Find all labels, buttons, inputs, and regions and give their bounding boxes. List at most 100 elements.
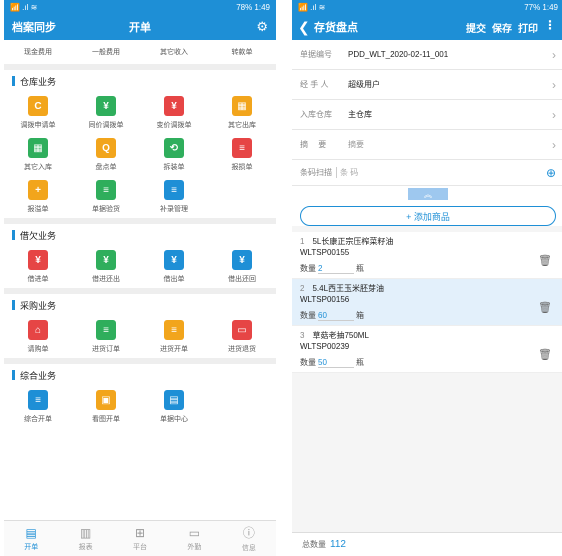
function-item[interactable]: ¥ 借出还回 — [208, 246, 276, 288]
function-item[interactable]: Q 盘点单 — [72, 134, 140, 176]
chevron-right-icon: › — [552, 107, 556, 122]
status-right: 78% 1:49 — [236, 2, 270, 12]
gear-icon[interactable]: ⚙ — [256, 19, 268, 35]
function-icon: ≡ — [96, 320, 116, 340]
function-item[interactable]: ≡ 补录管理 — [140, 176, 208, 218]
item-code: WLTSP00156 — [300, 295, 350, 304]
field-value[interactable]: 主仓库 — [348, 109, 552, 120]
trash-icon[interactable]: 🗑 — [538, 254, 552, 267]
form-row[interactable]: 入库仓库 主仓库 › — [292, 100, 562, 130]
add-wrapper: + 添加商品 — [292, 202, 562, 226]
form-row[interactable]: 摘 要 摘要 › — [292, 130, 562, 160]
function-item[interactable]: + 报溢单 — [4, 176, 72, 218]
chevron-right-icon: › — [552, 77, 556, 92]
function-label: 调拨申请单 — [20, 122, 56, 129]
field-value[interactable]: 超级用户 — [348, 79, 552, 90]
function-item[interactable]: ▦ 其它入库 — [4, 134, 72, 176]
barcode-input[interactable]: 条 码 — [336, 167, 546, 178]
nav-label: 开单 — [24, 543, 39, 551]
form-row[interactable]: 单据编号 PDD_WLT_2020-02-11_001 › — [292, 40, 562, 70]
add-product-button[interactable]: + 添加商品 — [300, 206, 556, 226]
function-label: 借进单 — [27, 276, 49, 283]
expense-item[interactable]: 其它收入 — [140, 47, 208, 57]
function-item[interactable]: ⟲ 拆装单 — [140, 134, 208, 176]
function-item[interactable]: ▭ 进货退货 — [208, 316, 276, 358]
function-item[interactable]: ¥ 变价调拨单 — [140, 92, 208, 134]
function-item[interactable]: ¥ 借进还出 — [72, 246, 140, 288]
section-bar — [12, 230, 15, 240]
collapse-toggle[interactable]: ︽ — [292, 186, 562, 202]
section-title: 采购业务 — [20, 300, 57, 311]
more-icon[interactable]: ⋮ — [544, 19, 556, 35]
function-label: 进货退货 — [228, 346, 256, 353]
quantity-unit: 瓶 — [356, 358, 364, 367]
function-label: 拆装单 — [163, 164, 185, 171]
trash-icon[interactable]: 🗑 — [538, 348, 552, 361]
item-code: WLTSP00155 — [300, 248, 350, 257]
status-bar: 📶 .ıl ≋ 78% 1:49 — [4, 0, 276, 14]
form-row[interactable]: 经 手 人 超级用户 › — [292, 70, 562, 100]
function-icon: ▣ — [96, 390, 116, 410]
function-grid: ⌂ 请购单 ≡ 进货订单 ≡ 进货开单 ▭ 进货退货 — [4, 316, 276, 358]
function-item[interactable]: C 调拨申请单 — [4, 92, 72, 134]
function-item[interactable]: ≡ 综合开单 — [4, 386, 72, 428]
trash-icon[interactable]: 🗑 — [538, 301, 552, 314]
function-label: 补录管理 — [160, 206, 188, 213]
section-header: 仓库业务 — [4, 70, 276, 92]
list-item[interactable]: 1 5L长康正宗压榨菜籽油 WLTSP00155 数量 2 瓶 🗑 — [292, 232, 562, 279]
function-grid: C 调拨申请单 ¥ 同价调拨单 ¥ 变价调拨单 ▦ 其它出库 ▦ 其它入库 Q 盘点单 ⟲ 拆装单 ≡ 报损单… — [4, 92, 276, 218]
field-label: 入库仓库 — [300, 110, 332, 119]
function-item[interactable]: ¥ 借出单 — [140, 246, 208, 288]
function-label: 同价调拨单 — [88, 122, 124, 129]
print-button[interactable]: 打印 — [518, 20, 538, 35]
back-icon[interactable]: ❮ — [298, 19, 310, 36]
scan-row[interactable]: 条码扫描 条 码 ⊕ — [292, 160, 562, 186]
nav-field[interactable]: ▭ 外勤 — [167, 521, 221, 556]
function-item[interactable]: ¥ 借进单 — [4, 246, 72, 288]
field-value[interactable]: PDD_WLT_2020-02-11_001 — [348, 50, 552, 59]
item-code: WLTSP00239 — [300, 342, 350, 351]
function-label: 变价调拨单 — [156, 122, 192, 129]
function-item[interactable]: ▦ 其它出库 — [208, 92, 276, 134]
list-item[interactable]: 2 5.4L西王玉米胚芽油 WLTSP00156 数量 60 箱 🗑 — [292, 279, 562, 326]
function-item[interactable]: ▣ 看图开单 — [72, 386, 140, 428]
function-icon: + — [28, 180, 48, 200]
nav-order[interactable]: ▤ 开单 — [4, 521, 58, 556]
section-title: 借欠业务 — [20, 230, 57, 241]
function-icon: ≡ — [164, 180, 184, 200]
function-item[interactable]: ≡ 进货订单 — [72, 316, 140, 358]
function-icon: ⌂ — [28, 320, 48, 340]
expense-item[interactable]: 一般费用 — [72, 47, 140, 57]
item-quantity-row: 数量 60 箱 — [300, 310, 556, 321]
function-item[interactable]: ≡ 进货开单 — [140, 316, 208, 358]
scan-icon[interactable]: ⊕ — [546, 166, 556, 180]
function-label: 综合开单 — [24, 416, 52, 423]
function-icon: ▤ — [164, 390, 184, 410]
expense-item[interactable]: 现金费用 — [4, 47, 72, 57]
list-item[interactable]: 3 草菇老抽750ML WLTSP00239 数量 50 瓶 🗑 — [292, 326, 562, 373]
nav-order-icon: ▤ — [25, 525, 37, 540]
function-item[interactable]: ≡ 报损单 — [208, 134, 276, 176]
function-item[interactable]: ¥ 同价调拨单 — [72, 92, 140, 134]
function-item[interactable]: ≡ 单据验货 — [72, 176, 140, 218]
chevron-up-icon[interactable]: ︽ — [408, 188, 448, 200]
nav-report[interactable]: ▥ 报表 — [58, 521, 112, 556]
status-left: 📶 .ıl ≋ — [10, 2, 38, 12]
nav-platform[interactable]: ⊞ 平台 — [113, 521, 167, 556]
nav-label: 报表 — [78, 543, 93, 551]
item-list: 1 5L长康正宗压榨菜籽油 WLTSP00155 数量 2 瓶 🗑 2 5.4L西王玉米胚芽油 W… — [292, 232, 562, 373]
function-label: 借出单 — [163, 276, 185, 283]
nav-info[interactable]: ⓘ 信息 — [222, 521, 276, 556]
quantity-input[interactable]: 50 — [318, 358, 354, 368]
field-value[interactable]: 摘要 — [348, 139, 552, 150]
nav-label: 外勤 — [187, 543, 202, 551]
submit-button[interactable]: 提交 — [466, 20, 486, 35]
quantity-input[interactable]: 2 — [318, 264, 354, 274]
quantity-input[interactable]: 60 — [318, 311, 354, 321]
function-label: 报溢单 — [27, 206, 49, 213]
item-name-line: 2 5.4L西王玉米胚芽油 — [300, 283, 556, 294]
expense-item[interactable]: 转款单 — [208, 47, 276, 57]
function-item[interactable]: ▤ 单据中心 — [140, 386, 208, 428]
function-item[interactable]: ⌂ 请购单 — [4, 316, 72, 358]
save-button[interactable]: 保存 — [492, 20, 512, 35]
